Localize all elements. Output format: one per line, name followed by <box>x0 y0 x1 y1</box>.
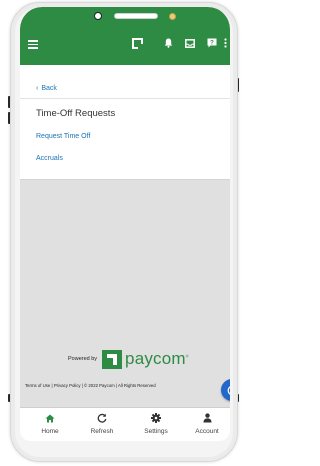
accruals-link[interactable]: Accruals <box>36 155 63 162</box>
chevron-left-icon: ‹ <box>36 85 39 92</box>
bottom-tab-bar: Home Refresh Settings Account <box>20 407 230 441</box>
time-clock-button[interactable] <box>221 379 230 401</box>
help-icon[interactable]: ? <box>206 37 218 49</box>
clock-icon <box>227 385 230 395</box>
home-icon <box>27 412 73 424</box>
page-title: Time-Off Requests <box>36 108 116 119</box>
tab-label: Settings <box>144 428 168 435</box>
back-link[interactable]: ‹ Back <box>36 85 57 92</box>
svg-text:?: ? <box>210 40 214 46</box>
back-label: Back <box>41 85 57 92</box>
tab-label: Account <box>195 428 219 435</box>
phone-notch <box>94 11 176 21</box>
divider <box>20 98 230 99</box>
speaker-grille <box>113 13 158 19</box>
content-panel: ‹ Back Time-Off Requests Request Time Off… <box>20 65 230 180</box>
tab-refresh[interactable]: Refresh <box>79 412 125 435</box>
camera-icon <box>94 12 102 20</box>
tab-settings[interactable]: Settings <box>133 412 179 435</box>
sensor-dot <box>169 12 176 20</box>
refresh-icon <box>79 412 125 424</box>
request-time-off-link[interactable]: Request Time Off <box>36 133 90 140</box>
paycom-logo-icon <box>102 349 123 369</box>
menu-icon[interactable] <box>28 40 38 49</box>
inbox-icon[interactable] <box>184 37 196 49</box>
tab-home[interactable]: Home <box>27 412 73 435</box>
tab-account[interactable]: Account <box>184 412 230 435</box>
paycom-logo-icon <box>131 37 143 49</box>
more-vertical-icon[interactable] <box>222 37 228 49</box>
paycom-wordmark: paycom® <box>125 349 189 368</box>
tab-label: Home <box>41 428 59 435</box>
tab-label: Refresh <box>90 428 114 435</box>
gear-icon <box>133 412 179 424</box>
powered-by-label: Powered by <box>68 356 98 362</box>
person-icon <box>184 412 230 424</box>
powered-by-logo: Powered by paycom® <box>68 349 189 369</box>
bell-icon[interactable] <box>162 37 174 49</box>
terms-footer: Terms of Use | Privacy Policy | © 2022 P… <box>25 383 156 388</box>
app-screen: ? ‹ Back Time-Off Requests Request Time O… <box>20 7 230 441</box>
phone-frame: ? ‹ Back Time-Off Requests Request Time O… <box>10 2 238 462</box>
